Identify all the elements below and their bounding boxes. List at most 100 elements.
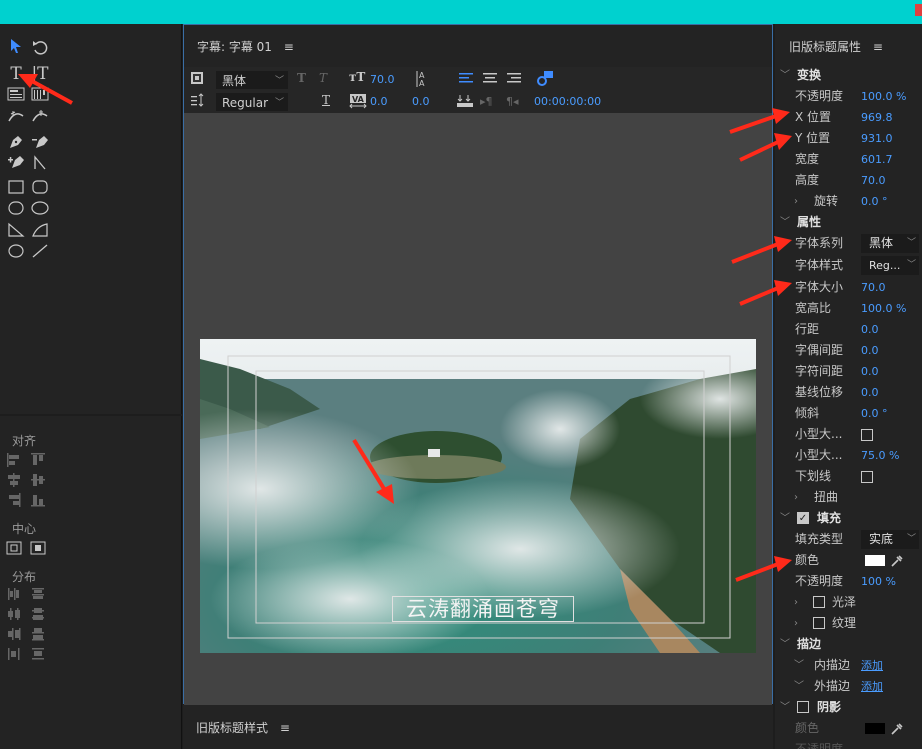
fill-type-select[interactable]: 实底 ﹀	[861, 530, 919, 549]
aspect-value[interactable]: 100.0 %	[861, 298, 906, 319]
checkbox[interactable]	[861, 429, 873, 441]
font-style-select[interactable]: Reg... ﹀	[861, 256, 919, 275]
rounded-rect-tool-icon[interactable]	[29, 179, 51, 199]
ellipse-tool-icon[interactable]	[5, 243, 27, 263]
fill-opacity-value[interactable]: 100 %	[861, 571, 896, 592]
sheen-row[interactable]: › 光泽	[775, 592, 922, 613]
play-forward-icon[interactable]: ▸¶	[480, 95, 493, 108]
vertical-path-type-tool-icon[interactable]	[29, 108, 51, 128]
play-backward-icon[interactable]: ¶◂	[506, 95, 519, 108]
texture-checkbox[interactable]	[813, 617, 825, 629]
font-family-dropdown[interactable]: 黑体 ﹀	[216, 71, 288, 89]
add-anchor-tool-icon[interactable]	[5, 154, 27, 174]
leading-value[interactable]: 0.0	[861, 319, 879, 340]
shadow-section[interactable]: ﹀ 阴影	[775, 697, 922, 718]
pen-tool-icon[interactable]	[5, 134, 27, 154]
shadow-color-swatch[interactable]	[865, 723, 885, 734]
area-type-tool-icon[interactable]	[5, 86, 27, 106]
x-position-value[interactable]: 969.8	[861, 107, 893, 128]
distribute-top-icon[interactable]	[30, 586, 46, 602]
convert-anchor-tool-icon[interactable]	[29, 154, 51, 174]
italic-icon[interactable]: T	[319, 71, 327, 85]
baseline-value[interactable]: 0.0	[861, 382, 879, 403]
leading-value[interactable]: 0.0	[412, 95, 430, 108]
align-center-text-icon[interactable]	[482, 71, 498, 85]
line-spacing-icon[interactable]	[190, 93, 204, 107]
roll-crawl-options-icon[interactable]	[536, 70, 554, 86]
width-value[interactable]: 601.7	[861, 149, 893, 170]
align-right-text-icon[interactable]	[506, 71, 522, 85]
rectangle-tool-icon[interactable]	[5, 179, 27, 199]
add-inner-stroke-link[interactable]: 添加	[861, 655, 883, 676]
timecode-value[interactable]: 00:00:00:00	[534, 95, 601, 108]
arc-tool-icon[interactable]	[29, 222, 51, 242]
background-video-icon[interactable]	[190, 71, 204, 85]
selection-tool-icon[interactable]	[5, 38, 27, 58]
add-outer-stroke-link[interactable]: 添加	[861, 676, 883, 697]
underline-checkbox[interactable]	[861, 466, 873, 487]
distribute-hcenter-icon[interactable]	[6, 606, 22, 622]
font-style-dropdown[interactable]: Regular ﹀	[216, 93, 288, 111]
bold-icon[interactable]: T	[297, 71, 306, 85]
panel-menu-icon[interactable]: ≡	[284, 40, 294, 54]
center-horizontal-icon[interactable]	[6, 540, 22, 556]
distribute-right-icon[interactable]	[6, 626, 22, 642]
properties-section[interactable]: ﹀ 属性	[775, 212, 922, 233]
checkbox[interactable]	[861, 471, 873, 483]
distribute-hspace-icon[interactable]	[6, 646, 22, 662]
opacity-value[interactable]: 100.0 %	[861, 86, 906, 107]
distribute-vcenter-icon[interactable]	[30, 606, 46, 622]
leading-row: 行距 0.0	[775, 319, 922, 340]
align-left-icon[interactable]	[6, 452, 22, 468]
transform-section[interactable]: ﹀ 变换	[775, 65, 922, 86]
align-left-text-icon[interactable]	[458, 71, 474, 85]
wedge-tool-icon[interactable]	[5, 222, 27, 242]
underline-icon[interactable]: T	[322, 93, 330, 107]
fill-color-swatch[interactable]	[865, 555, 885, 566]
tracking-value[interactable]: 0.0	[861, 361, 879, 382]
fill-section[interactable]: ﹀ ✓ 填充	[775, 508, 922, 529]
panel-menu-icon[interactable]: ≡	[280, 721, 290, 735]
vertical-area-type-tool-icon[interactable]	[29, 86, 51, 106]
type-tool-icon[interactable]: T	[5, 64, 27, 84]
vertical-type-tool-icon[interactable]: |T	[29, 64, 51, 84]
clipped-corner-rect-tool-icon[interactable]	[5, 200, 27, 220]
texture-row[interactable]: › 纹理	[775, 613, 922, 634]
height-value[interactable]: 70.0	[861, 170, 886, 191]
rotate-tool-icon[interactable]	[29, 38, 51, 58]
stroke-section[interactable]: ﹀ 描边	[775, 634, 922, 655]
align-right-icon[interactable]	[6, 492, 22, 508]
distribute-bottom-icon[interactable]	[30, 626, 46, 642]
eyedropper-icon[interactable]	[890, 554, 904, 568]
smallcaps-checkbox[interactable]	[861, 424, 873, 445]
align-vertical-center-icon[interactable]	[30, 472, 46, 488]
panel-menu-icon[interactable]: ≡	[873, 40, 883, 54]
smallcaps-size-value[interactable]: 75.0 %	[861, 445, 899, 466]
align-horizontal-center-icon[interactable]	[6, 472, 22, 488]
distribute-vspace-icon[interactable]	[30, 646, 46, 662]
distort-row[interactable]: › 扭曲	[775, 487, 922, 508]
y-position-value[interactable]: 931.0	[861, 128, 893, 149]
shadow-checkbox[interactable]	[797, 701, 809, 713]
rounded-corner-rect-tool-icon[interactable]	[29, 200, 51, 220]
font-size-value[interactable]: 70.0	[370, 73, 395, 86]
kerning-value[interactable]: 0.0	[370, 95, 388, 108]
rotation-value[interactable]: 0.0 °	[861, 191, 888, 212]
delete-anchor-tool-icon[interactable]	[29, 134, 51, 154]
distribute-left-icon[interactable]	[6, 586, 22, 602]
slant-value[interactable]: 0.0 °	[861, 403, 888, 424]
align-bottom-icon[interactable]	[30, 492, 46, 508]
font-family-select[interactable]: 黑体 ﹀	[861, 234, 919, 253]
caption-text-box[interactable]: 云涛翻涌画苍穹	[392, 596, 574, 622]
kerning-value[interactable]: 0.0	[861, 340, 879, 361]
rotation-row[interactable]: › 旋转 0.0 °	[775, 191, 922, 212]
fill-checkbox[interactable]: ✓	[797, 512, 809, 524]
align-top-icon[interactable]	[30, 452, 46, 468]
line-tool-icon[interactable]	[29, 243, 51, 263]
path-type-tool-icon[interactable]	[5, 108, 27, 128]
font-size-value[interactable]: 70.0	[861, 277, 886, 298]
eyedropper-icon[interactable]	[890, 722, 904, 736]
tab-stops-icon[interactable]	[456, 94, 474, 108]
center-vertical-icon[interactable]	[30, 540, 46, 556]
sheen-checkbox[interactable]	[813, 596, 825, 608]
